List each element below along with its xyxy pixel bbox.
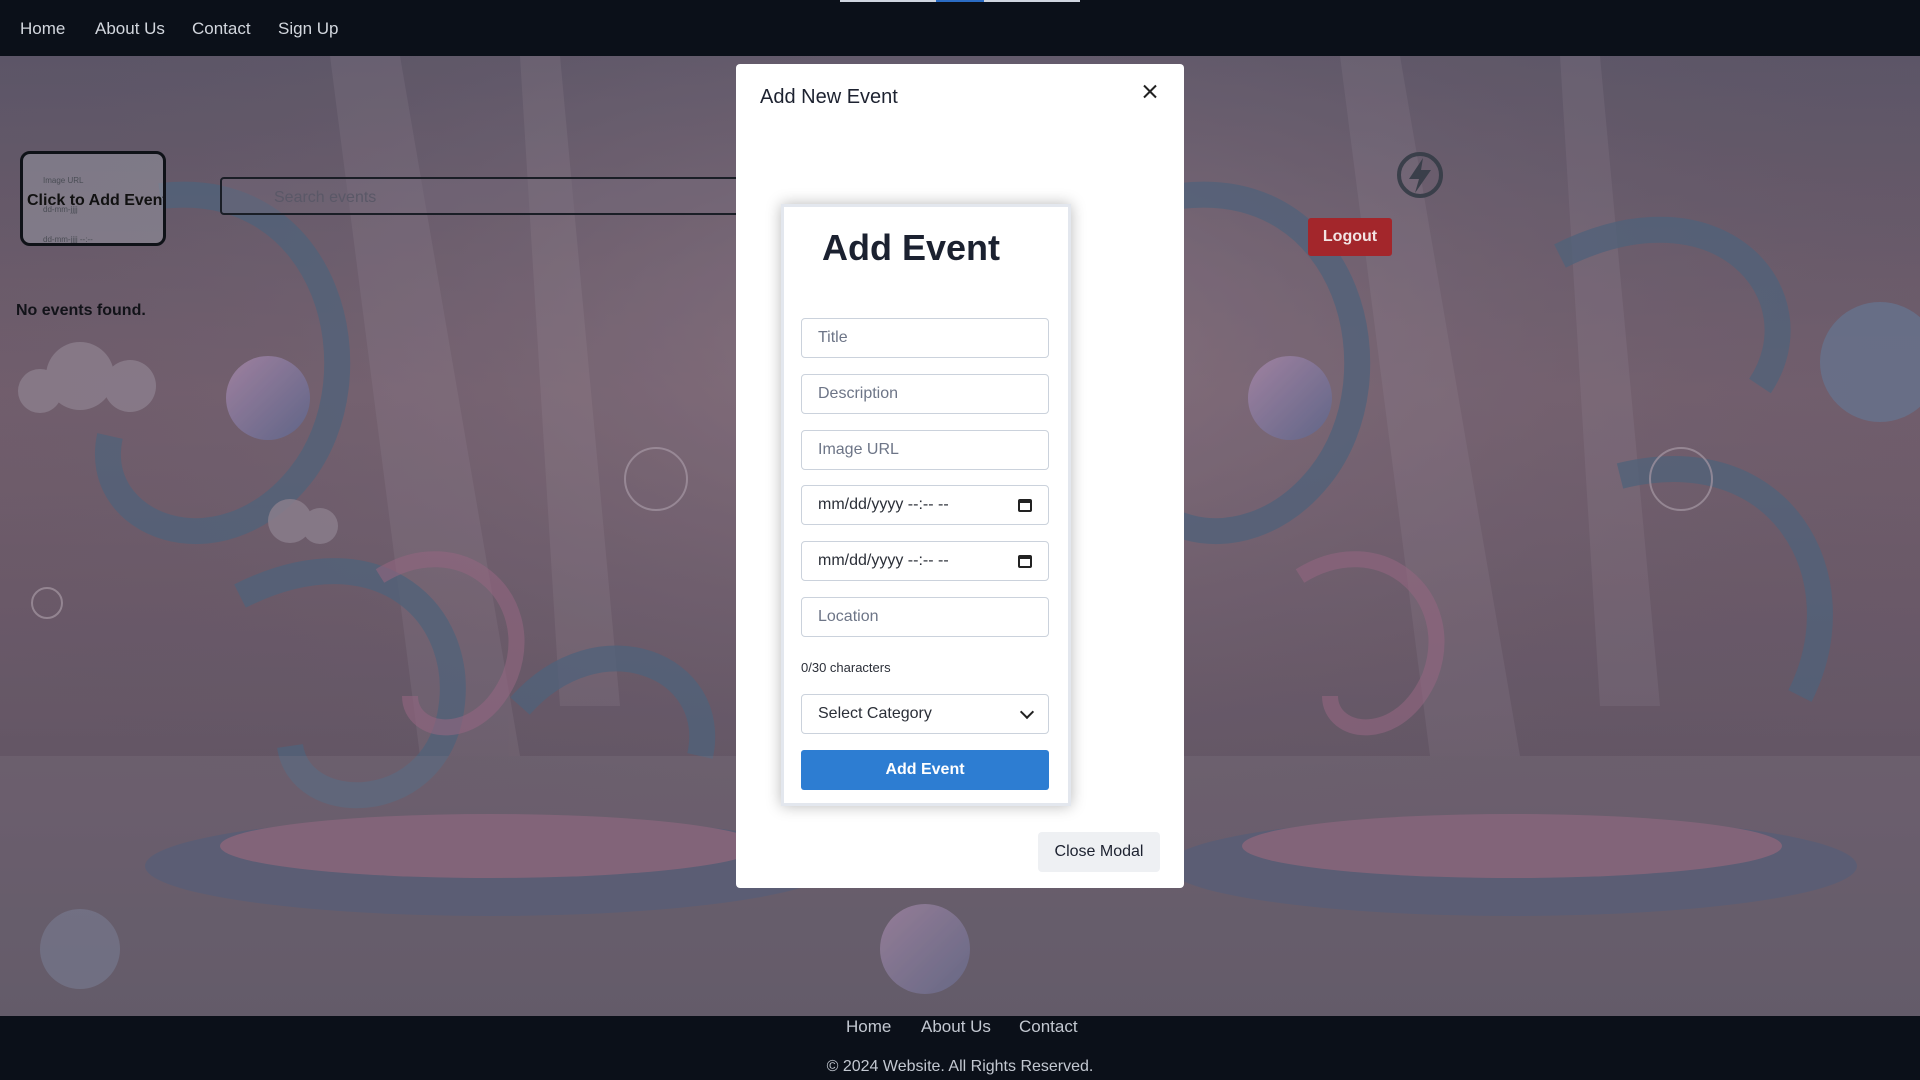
tile-mini-url: Image URL — [43, 176, 84, 185]
category-selected-value: Select Category — [818, 705, 932, 722]
end-datetime-input[interactable]: mm/dd/yyyy --:-- -- — [801, 541, 1049, 581]
lightning-icon — [1397, 152, 1443, 198]
empty-state-text: No events found. — [16, 302, 146, 319]
nav-indicator — [840, 0, 1080, 2]
image-url-input[interactable] — [801, 430, 1049, 470]
nav-contact-link[interactable]: Contact — [192, 19, 251, 39]
top-navigation: Home About Us Contact Sign Up — [0, 0, 1920, 56]
calendar-icon[interactable] — [1018, 498, 1032, 512]
chevron-down-icon — [1019, 704, 1035, 720]
add-event-modal: Add New Event Add Event mm/dd/yyyy --:--… — [736, 64, 1184, 888]
end-datetime-value: mm/dd/yyyy --:-- -- — [818, 552, 949, 569]
copyright-text: © 2024 Website. All Rights Reserved. — [826, 1058, 1094, 1075]
footer: Home About Us Contact © 2024 Website. Al… — [0, 1016, 1920, 1080]
add-event-submit-button[interactable]: Add Event — [801, 750, 1049, 790]
calendar-icon[interactable] — [1018, 554, 1032, 568]
nav-home-link[interactable]: Home — [20, 19, 65, 39]
add-event-tile[interactable]: Image URL dd-mm-jjjj dd-mm-jjjj --:-- Cl… — [20, 151, 166, 246]
add-event-tile-label: Click to Add Event — [27, 192, 166, 209]
start-datetime-value: mm/dd/yyyy --:-- -- — [818, 496, 949, 513]
form-heading: Add Event — [822, 227, 1001, 268]
logout-button[interactable]: Logout — [1308, 218, 1392, 256]
close-modal-button[interactable]: Close Modal — [1038, 832, 1160, 872]
close-icon[interactable] — [1138, 80, 1162, 104]
search-bar[interactable] — [220, 177, 780, 215]
nav-signup-link[interactable]: Sign Up — [278, 19, 338, 39]
start-datetime-input[interactable]: mm/dd/yyyy --:-- -- — [801, 485, 1049, 525]
add-event-form: Add Event mm/dd/yyyy --:-- -- mm/dd/yyyy… — [781, 204, 1071, 806]
title-input[interactable] — [801, 318, 1049, 358]
search-input[interactable] — [272, 186, 676, 210]
category-select[interactable]: Select Category — [801, 694, 1049, 734]
location-input[interactable] — [801, 597, 1049, 637]
footer-about-link[interactable]: About Us — [921, 1017, 991, 1037]
footer-contact-link[interactable]: Contact — [1019, 1017, 1078, 1037]
nav-about-link[interactable]: About Us — [95, 19, 165, 39]
footer-home-link[interactable]: Home — [846, 1017, 891, 1037]
tile-mini-date-time: dd-mm-jjjj --:-- — [43, 235, 93, 244]
description-input[interactable] — [801, 374, 1049, 414]
modal-title: Add New Event — [760, 86, 898, 108]
location-char-counter: 0/30 characters — [801, 660, 891, 675]
